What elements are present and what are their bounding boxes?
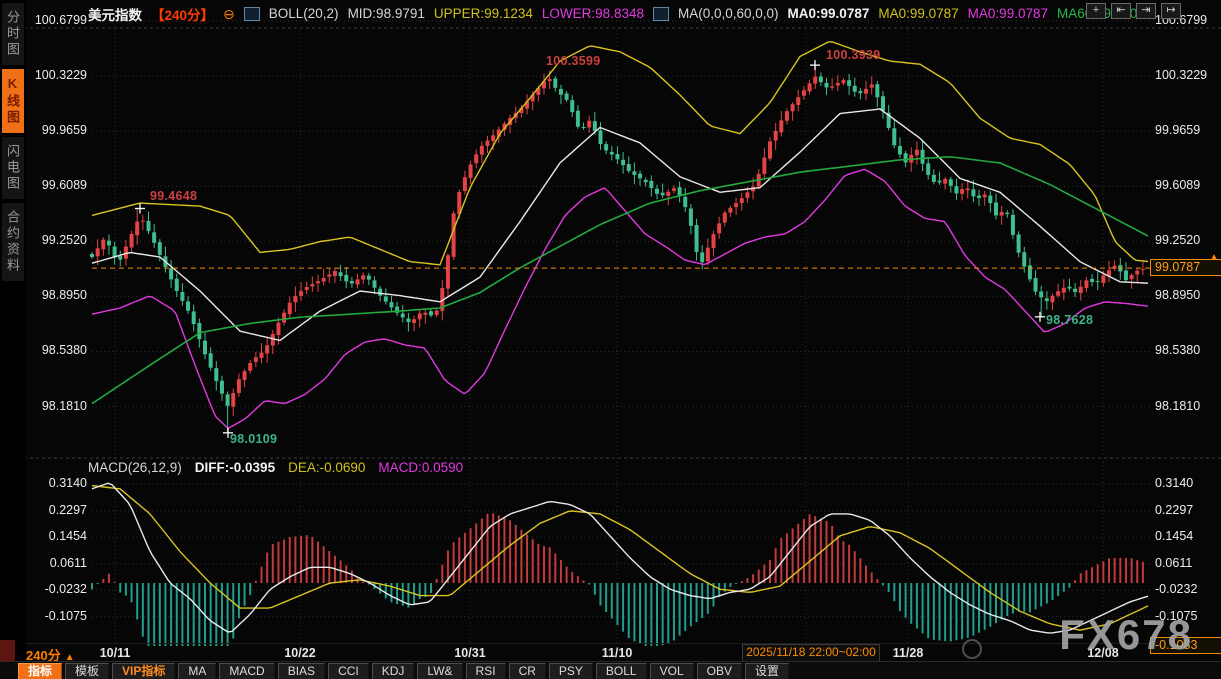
watermark-logo-ring — [962, 639, 982, 659]
toolbar-button-OBV[interactable]: OBV — [697, 663, 742, 679]
toolbar-button-CCI[interactable]: CCI — [328, 663, 369, 679]
toolbar-button-MACD[interactable]: MACD — [219, 663, 274, 679]
toolbar-button-模板[interactable]: 模板 — [65, 663, 109, 679]
pan-right-icon[interactable]: ↦ — [1161, 3, 1181, 19]
toolbar-button-KDJ[interactable]: KDJ — [372, 663, 415, 679]
period-label: 【240分】 — [151, 4, 214, 24]
sidebar-tab-分时图[interactable]: 分时图 — [2, 3, 24, 65]
zoom-in-icon[interactable]: ⇥ — [1136, 3, 1156, 19]
toolbar-button-BOLL[interactable]: BOLL — [596, 663, 647, 679]
macd-title: MACD(26,12,9) — [88, 460, 182, 475]
zoom-out-icon[interactable]: ⇤ — [1111, 3, 1131, 19]
x-axis-tick: 10/31 — [454, 646, 485, 660]
boll-mid-value: MID:98.9791 — [348, 6, 425, 21]
toolbar-button-VOL[interactable]: VOL — [650, 663, 694, 679]
toolbar-button-指标[interactable]: 指标 — [18, 663, 62, 679]
chart-type-sidebar: 分时图 K线图闪电图合约资料 — [0, 0, 26, 679]
toolbar-button-CR[interactable]: CR — [509, 663, 546, 679]
boll-label: BOLL(20,2) — [269, 6, 339, 21]
toolbar-button-PSY[interactable]: PSY — [549, 663, 593, 679]
crosshair-date-label: 2025/11/18 22:00~02:00 二 — [742, 644, 880, 662]
boll-lower-value: LOWER:98.8348 — [542, 6, 644, 21]
chart-nav-icons: + ⇤ ⇥ ↦ — [1086, 3, 1181, 19]
x-axis-tick: 11/28 — [893, 646, 924, 660]
ma0-value-1: MA0:99.0787 — [788, 6, 870, 21]
ma-label: MA(0,0,0,60,0,0) — [678, 6, 779, 21]
x-axis-tick: 10/11 — [100, 646, 131, 660]
toolbar-button-RSI[interactable]: RSI — [466, 663, 506, 679]
macd-diff-value: DIFF:-0.0395 — [195, 460, 275, 475]
sidebar-tab-闪电图[interactable]: 闪电图 — [2, 137, 24, 199]
sidebar-tab-合约资料[interactable]: 合约资料 — [2, 203, 24, 281]
x-axis-tick: 10/22 — [284, 646, 315, 660]
indicator-header: 美元指数 【240分】 ⊖ BOLL(20,2) MID:98.9791 UPP… — [26, 0, 1221, 27]
current-price-box: 99.0787 ▲ — [1150, 259, 1221, 276]
price-up-arrow-icon: ▲ — [1209, 250, 1219, 265]
toolbar-button-BIAS[interactable]: BIAS — [278, 663, 325, 679]
macd-macd-value: MACD:0.0590 — [378, 460, 463, 475]
candlestick-chart-canvas[interactable] — [0, 0, 1221, 679]
collapse-pane-icon[interactable]: ⊖ — [223, 8, 235, 20]
sidebar-tab-K线图[interactable]: K线图 — [2, 69, 24, 133]
symbol-name: 美元指数 — [88, 4, 142, 24]
macd-header: MACD(26,12,9) DIFF:-0.0395 DEA:-0.0690 M… — [88, 460, 463, 475]
crosshair-icon[interactable]: + — [1086, 3, 1106, 19]
ma-indicator-icon[interactable] — [653, 7, 669, 21]
macd-dea-value: DEA:-0.0690 — [288, 460, 365, 475]
toolbar-button-LW&[interactable]: LW& — [417, 663, 462, 679]
sidebar-bottom-accent — [0, 640, 15, 662]
toolbar-button-VIP指标[interactable]: VIP指标 — [112, 663, 175, 679]
boll-indicator-icon[interactable] — [244, 7, 260, 21]
indicator-toolbar: 指标模板VIP指标MAMACDBIASCCIKDJLW&RSICRPSYBOLL… — [0, 661, 1221, 679]
x-axis-row: 240分▲ 2025/11/18 22:00~02:00 二 10/1110/2… — [26, 643, 1221, 662]
ma0-value-2: MA0:99.0787 — [878, 6, 958, 21]
boll-upper-value: UPPER:99.1234 — [434, 6, 533, 21]
ma0-value-3: MA0:99.0787 — [968, 6, 1048, 21]
x-axis-tick: 11/10 — [602, 646, 633, 660]
toolbar-button-MA[interactable]: MA — [178, 663, 216, 679]
current-price-value: 99.0787 — [1155, 260, 1200, 274]
toolbar-button-设置[interactable]: 设置 — [745, 663, 789, 679]
trading-app: 分时图 K线图闪电图合约资料 美元指数 【240分】 ⊖ BOLL(20,2) M… — [0, 0, 1221, 679]
watermark: FX678 — [1059, 611, 1193, 659]
